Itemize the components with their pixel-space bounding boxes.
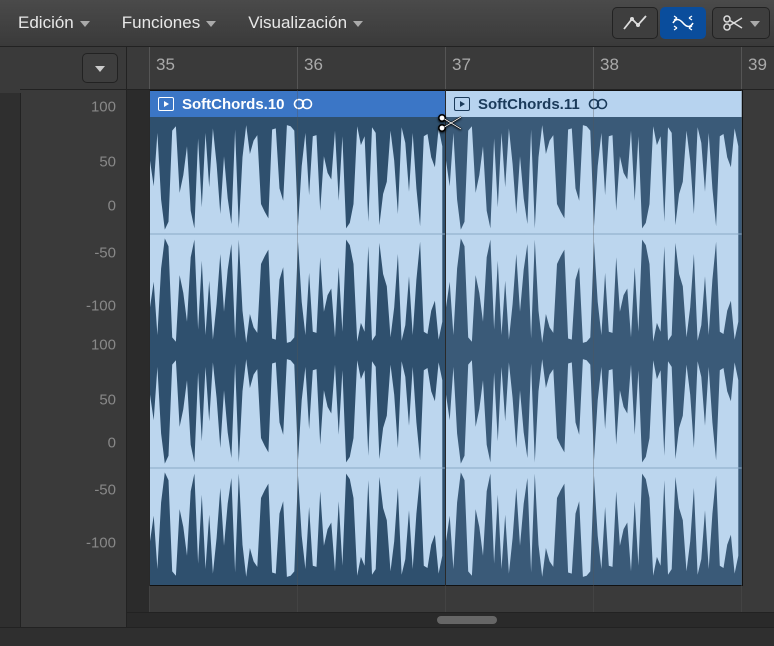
play-icon: [454, 97, 470, 111]
play-icon: [158, 97, 174, 111]
cursor-tool-group: [712, 7, 770, 39]
amplitude-tick: -100: [86, 535, 116, 552]
region-waveform[interactable]: [150, 117, 446, 585]
editor-toolbar: Edición Funciones Visualización: [0, 0, 774, 47]
amplitude-scale: 100 50 0 -50 -100 100 50 0 -50 -100: [20, 90, 126, 627]
track-lane[interactable]: SoftChords.10 SoftChords.11: [127, 90, 774, 612]
gutter-dropdown-button[interactable]: [82, 53, 118, 83]
chevron-down-icon: [353, 21, 363, 27]
waveform-channel-left: [446, 117, 742, 351]
loop-icon: [293, 97, 313, 111]
amplitude-tick: 100: [91, 99, 116, 116]
waveform-channel-right: [150, 351, 446, 585]
ruler-mark: 39: [741, 47, 742, 89]
amplitude-tick: 0: [108, 435, 116, 452]
ruler-number: 39: [748, 55, 767, 75]
ruler-number: 36: [304, 55, 323, 75]
menu-label: Funciones: [122, 13, 200, 33]
left-edge-strip: [0, 93, 21, 627]
waveform-channel-left: [150, 117, 446, 351]
chevron-down-icon: [750, 21, 760, 27]
region-waveform[interactable]: [446, 117, 742, 585]
bottom-margin: [0, 627, 774, 646]
menu-label: Visualización: [248, 13, 347, 33]
amplitude-tick: -100: [86, 298, 116, 315]
region-name: SoftChords.11: [478, 96, 580, 113]
waveform-editor[interactable]: 35 36 37 38 39 SoftChords.10 SoftChords.11: [127, 47, 774, 627]
scissors-tool-button[interactable]: [712, 7, 770, 39]
ruler-number: 35: [156, 55, 175, 75]
amplitude-tick: -50: [94, 482, 116, 499]
horizontal-scrollbar[interactable]: [127, 612, 774, 627]
amplitude-tick: 0: [108, 198, 116, 215]
region-header[interactable]: SoftChords.10: [150, 91, 446, 117]
menu-visualizacion[interactable]: Visualización: [234, 7, 377, 39]
scrollbar-thumb[interactable]: [437, 616, 497, 624]
time-ruler[interactable]: 35 36 37 38 39: [127, 47, 774, 90]
chevron-down-icon: [80, 21, 90, 27]
left-gutter: 100 50 0 -50 -100 100 50 0 -50 -100: [20, 47, 127, 627]
automation-tool-button[interactable]: [612, 7, 658, 39]
chevron-down-icon: [206, 21, 216, 27]
waveform-channel-right: [446, 351, 742, 585]
inactive-overlay: [127, 90, 149, 612]
flex-icon: [671, 14, 695, 32]
region-name: SoftChords.10: [182, 96, 285, 113]
menu-funciones[interactable]: Funciones: [108, 7, 230, 39]
amplitude-tick: 50: [99, 154, 116, 171]
ruler-mark: 37: [445, 47, 446, 89]
amplitude-tick: -50: [94, 245, 116, 262]
loop-icon: [588, 97, 608, 111]
flex-tool-button[interactable]: [660, 7, 706, 39]
gutter-header: [20, 47, 126, 90]
amplitude-tick: 100: [91, 337, 116, 354]
scissors-icon: [722, 14, 746, 32]
ruler-number: 38: [600, 55, 619, 75]
chevron-down-icon: [95, 66, 105, 72]
region-header[interactable]: SoftChords.11: [446, 91, 742, 117]
tool-buttons: [612, 7, 706, 39]
ruler-mark: 38: [593, 47, 594, 89]
menu-label: Edición: [18, 13, 74, 33]
automation-curve-icon: [623, 14, 647, 32]
audio-region[interactable]: SoftChords.10: [149, 90, 447, 586]
ruler-mark: 35: [149, 47, 150, 89]
menu-edicion[interactable]: Edición: [4, 7, 104, 39]
audio-region[interactable]: SoftChords.11: [445, 90, 743, 586]
ruler-mark: 36: [297, 47, 298, 89]
amplitude-tick: 50: [99, 392, 116, 409]
ruler-number: 37: [452, 55, 471, 75]
